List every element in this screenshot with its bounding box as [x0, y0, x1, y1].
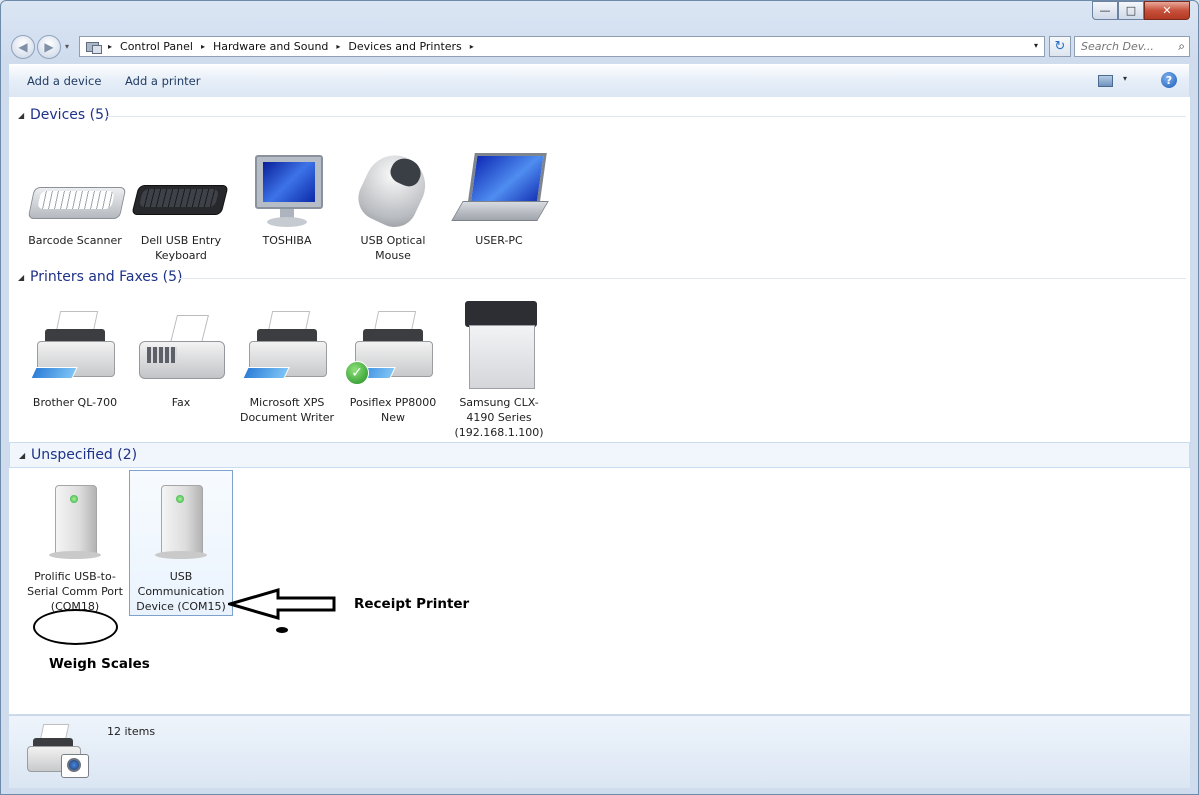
group-title: Devices (5) [30, 107, 116, 123]
address-bar[interactable]: ▸ Control Panel ▸ Hardware and Sound ▸ D… [79, 36, 1045, 57]
printer-item-brother-ql-700[interactable]: Brother QL-700 [23, 311, 127, 410]
keyboard-icon [131, 149, 231, 233]
device-item-dell-usb-keyboard[interactable]: Dell USB Entry Keyboard [129, 149, 233, 263]
printer-item-posiflex-pp8000[interactable]: ✓ Posiflex PP8000 New [341, 311, 445, 425]
device-item-prolific-usb-serial[interactable]: Prolific USB-to-Serial Comm Port (COM18) [23, 481, 127, 614]
group-divider [179, 278, 1186, 279]
printer-label: Brother QL-700 [32, 396, 118, 409]
breadcrumb-separator[interactable]: ▸ [201, 42, 205, 51]
collapse-icon[interactable]: ◢ [18, 111, 24, 120]
device-label: Dell USB Entry Keyboard [140, 234, 222, 262]
change-view-icon[interactable] [1098, 75, 1113, 87]
annotation-weigh-scales: Weigh Scales [46, 656, 153, 672]
refresh-button[interactable]: ↻ [1049, 36, 1071, 57]
breadcrumb-separator[interactable]: ▸ [336, 42, 340, 51]
close-button[interactable]: ✕ [1144, 1, 1190, 20]
device-label: USB Communication Device (COM15) [136, 570, 226, 613]
default-printer-check-icon: ✓ [345, 361, 369, 385]
address-dropdown-icon[interactable]: ▾ [1034, 41, 1038, 50]
multifunction-printer-icon [449, 299, 549, 395]
mouse-icon [343, 145, 443, 235]
view-dropdown-icon[interactable]: ▾ [1123, 74, 1127, 83]
printer-label: Fax [171, 396, 191, 409]
devices-and-printers-icon [27, 724, 91, 782]
printer-item-microsoft-xps[interactable]: Microsoft XPS Document Writer [235, 311, 339, 425]
back-button[interactable]: ◀ [11, 35, 35, 59]
device-item-barcode-scanner[interactable]: Barcode Scanner [23, 149, 127, 248]
search-icon[interactable]: ⌕ [1178, 39, 1185, 54]
title-bar: — □ ✕ [1, 1, 1198, 31]
command-bar: Add a device Add a printer ▾ ? [9, 64, 1189, 98]
fax-icon [131, 311, 231, 395]
add-device-button[interactable]: Add a device [27, 74, 101, 88]
recent-pages-icon[interactable]: ▾ [65, 42, 69, 51]
help-icon[interactable]: ? [1161, 72, 1177, 88]
device-label: TOSHIBA [262, 234, 312, 247]
details-pane: 12 items [9, 715, 1190, 788]
device-tower-icon [25, 481, 125, 569]
breadcrumb-separator[interactable]: ▸ [108, 42, 112, 51]
group-header-devices[interactable]: ◢ Devices (5) [9, 103, 1190, 129]
device-label: Barcode Scanner [28, 234, 122, 247]
device-item-user-pc[interactable]: USER-PC [447, 149, 551, 248]
explorer-window: — □ ✕ ◀ ▶ ▾ ▸ Control Panel ▸ Hardware a… [0, 0, 1199, 795]
navigation-bar: ◀ ▶ ▾ ▸ Control Panel ▸ Hardware and Sou… [9, 34, 1190, 60]
add-printer-button[interactable]: Add a printer [125, 74, 200, 88]
printer-icon [237, 311, 337, 395]
device-label: USB Optical Mouse [360, 234, 426, 262]
annotation-ellipse [33, 609, 118, 645]
group-title: Printers and Faxes (5) [30, 269, 189, 285]
laptop-icon [449, 149, 549, 233]
keyboard-icon [25, 149, 127, 233]
device-label: USER-PC [475, 234, 523, 247]
printer-icon: ✓ [343, 311, 443, 395]
monitor-icon [237, 149, 337, 233]
collapse-icon[interactable]: ◢ [18, 273, 24, 282]
printer-label: Posiflex PP8000 New [349, 396, 437, 424]
device-item-usb-optical-mouse[interactable]: USB Optical Mouse [341, 145, 445, 263]
group-header-printers[interactable]: ◢ Printers and Faxes (5) [9, 265, 1190, 291]
collapse-icon[interactable]: ◢ [19, 451, 25, 460]
item-count: 12 items [107, 725, 156, 738]
group-header-unspecified[interactable]: ◢ Unspecified (2) [9, 442, 1190, 468]
printer-label: Microsoft XPS Document Writer [239, 396, 335, 424]
device-label: Prolific USB-to-Serial Comm Port (COM18) [27, 570, 123, 613]
forward-button[interactable]: ▶ [37, 35, 61, 59]
device-tower-icon [131, 481, 231, 569]
breadcrumb-separator[interactable]: ▸ [470, 42, 474, 51]
breadcrumb-devices-and-printers[interactable]: Devices and Printers [348, 40, 461, 53]
search-box[interactable]: ⌕ [1074, 36, 1190, 57]
devices-pane: ◢ Devices (5) Barcode Scanner Dell USB E… [9, 97, 1190, 714]
group-title: Unspecified (2) [31, 447, 138, 463]
annotation-receipt-printer: Receipt Printer [354, 596, 470, 612]
device-item-toshiba[interactable]: TOSHIBA [235, 149, 339, 248]
breadcrumb-hardware-and-sound[interactable]: Hardware and Sound [213, 40, 328, 53]
search-input[interactable] [1075, 37, 1171, 55]
device-item-usb-communication[interactable]: USB Communication Device (COM15) [129, 470, 233, 616]
printer-item-fax[interactable]: Fax [129, 311, 233, 410]
printer-label: Samsung CLX-4190 Series (192.168.1.100) [454, 396, 544, 439]
annotation-arrow-icon [228, 588, 336, 633]
maximize-button[interactable]: □ [1118, 1, 1144, 20]
minimize-button[interactable]: — [1092, 1, 1118, 20]
printer-icon [25, 311, 125, 395]
printer-item-samsung-clx-4190[interactable]: Samsung CLX-4190 Series (192.168.1.100) [447, 299, 551, 440]
breadcrumb-control-panel[interactable]: Control Panel [120, 40, 193, 53]
control-panel-icon [85, 40, 102, 54]
group-divider [107, 116, 1186, 117]
